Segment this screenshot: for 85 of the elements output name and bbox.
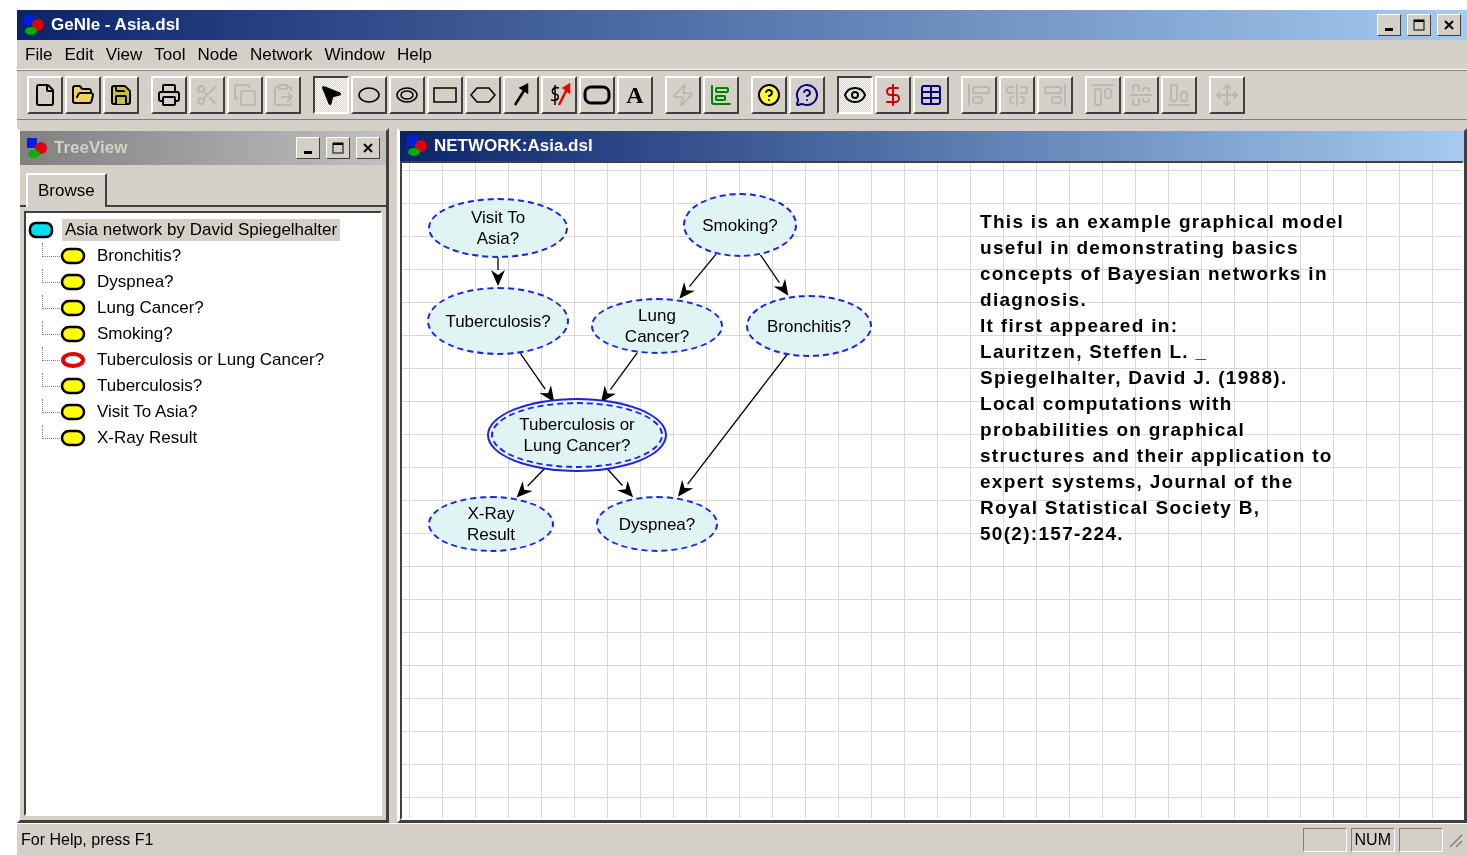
network-icon bbox=[28, 221, 54, 239]
maximize-button[interactable] bbox=[1407, 14, 1431, 36]
status-text: For Help, press F1 bbox=[21, 830, 155, 849]
arc-arrow bbox=[491, 257, 505, 286]
chance-node: Bronchitis? bbox=[746, 295, 872, 357]
tree-item[interactable]: Tuberculosis? bbox=[94, 375, 206, 397]
arc-arrow bbox=[600, 352, 639, 403]
chance-node: Dyspnea? bbox=[596, 496, 718, 552]
menu-item[interactable]: Help bbox=[394, 44, 440, 65]
status-pane bbox=[1399, 827, 1443, 852]
toolbar-button[interactable] bbox=[837, 76, 873, 114]
menu-item[interactable]: View bbox=[103, 44, 151, 65]
help-icon bbox=[757, 83, 781, 107]
chance-node: Tuberculosis? bbox=[427, 287, 569, 355]
menu-item[interactable]: Tool bbox=[152, 44, 194, 65]
tree-item[interactable]: Lung Cancer? bbox=[94, 297, 207, 319]
clipboard-icon bbox=[271, 83, 295, 107]
toolbar-button[interactable]: A bbox=[617, 76, 653, 114]
menu-item[interactable]: File bbox=[23, 44, 61, 65]
maximize-icon bbox=[1413, 19, 1425, 31]
arrow-icon bbox=[512, 83, 530, 107]
panel-title: TreeView bbox=[54, 138, 129, 158]
note-text: Lauritzen, Steffen L. _ Spiegelhalter, David J. (1988). Local computations with probabilities on graphical structures and their application to expert systems, Journal of the Royal Statistical Society B, 50(2):157-224. bbox=[980, 340, 1334, 546]
align-middle-icon bbox=[1129, 83, 1153, 107]
chance-node: Visit To Asia? bbox=[428, 198, 568, 258]
pointer-icon bbox=[319, 83, 343, 107]
tree-item[interactable]: X-Ray Result bbox=[94, 427, 201, 449]
rectangle-icon bbox=[433, 86, 457, 104]
printer-icon bbox=[157, 83, 181, 107]
menu-item[interactable]: Edit bbox=[62, 44, 102, 65]
align-left-icon bbox=[967, 83, 991, 107]
toolbar-button[interactable] bbox=[313, 76, 349, 114]
panel-minimize-button[interactable] bbox=[296, 137, 320, 159]
panel-maximize-button[interactable] bbox=[326, 137, 350, 159]
align-bottom-icon bbox=[1167, 83, 1191, 107]
tree-item[interactable]: Visit To Asia? bbox=[94, 401, 201, 423]
copy-icon bbox=[233, 83, 257, 107]
double-ellipse-icon bbox=[395, 86, 419, 104]
minimize-icon bbox=[1385, 27, 1393, 31]
arc-arrow bbox=[759, 254, 789, 296]
minimize-icon bbox=[304, 150, 312, 154]
align-top-icon bbox=[1091, 83, 1115, 107]
close-icon bbox=[1443, 19, 1455, 31]
tree-item[interactable]: Dyspnea? bbox=[94, 271, 177, 293]
scissors-icon bbox=[195, 83, 219, 107]
floppy-icon bbox=[109, 83, 133, 107]
note-text: It first appeared in: bbox=[980, 314, 1180, 338]
status-pane bbox=[1302, 827, 1347, 852]
move-icon bbox=[1215, 83, 1239, 107]
rounded-rectangle-icon bbox=[583, 85, 611, 105]
tree-item[interactable]: Smoking? bbox=[94, 323, 176, 345]
tree-item[interactable]: Tuberculosis or Lung Cancer? bbox=[94, 349, 328, 371]
align-right-icon bbox=[1043, 83, 1067, 107]
chance-node: Smoking? bbox=[683, 193, 797, 257]
app-icon bbox=[406, 135, 428, 157]
bar-chart-icon bbox=[709, 83, 733, 107]
table-icon bbox=[919, 83, 943, 107]
resize-grip-icon bbox=[1447, 831, 1463, 848]
tab[interactable]: Browse bbox=[26, 173, 107, 207]
close-icon bbox=[362, 142, 374, 154]
app-icon bbox=[23, 14, 45, 36]
chance-node: X-Ray Result bbox=[428, 496, 554, 552]
menu-item[interactable]: Window bbox=[322, 44, 393, 65]
status-indicator: NUM bbox=[1350, 827, 1395, 852]
window-title: GeNIe - Asia.dsl bbox=[51, 15, 181, 35]
tree-item[interactable]: Bronchitis? bbox=[94, 245, 185, 267]
close-button[interactable] bbox=[1437, 14, 1461, 36]
hexagon-icon bbox=[470, 86, 496, 104]
menu-item[interactable]: Network bbox=[248, 44, 321, 65]
tree-item[interactable]: Asia network by David Spiegelhalter bbox=[62, 219, 341, 241]
lightning-icon bbox=[671, 83, 695, 107]
panel-close-button[interactable] bbox=[356, 137, 380, 159]
arc-arrow bbox=[679, 253, 717, 299]
minimize-button[interactable] bbox=[1377, 14, 1401, 36]
menu-item[interactable]: Node bbox=[195, 44, 247, 65]
maximize-icon bbox=[332, 142, 344, 154]
panel-title: NETWORK:Asia.dsl bbox=[434, 136, 594, 156]
chance-node: Lung Cancer? bbox=[591, 298, 723, 354]
note-text: This is an example graphical model useful in demonstrating basics concepts of Bayesian networks in diagnosis. bbox=[980, 210, 1346, 312]
align-center-icon bbox=[1005, 83, 1029, 107]
folder-icon bbox=[71, 83, 95, 107]
app-icon bbox=[26, 137, 48, 159]
ring-icon bbox=[60, 351, 86, 369]
file-icon bbox=[33, 83, 57, 107]
ellipse-icon bbox=[357, 86, 381, 104]
